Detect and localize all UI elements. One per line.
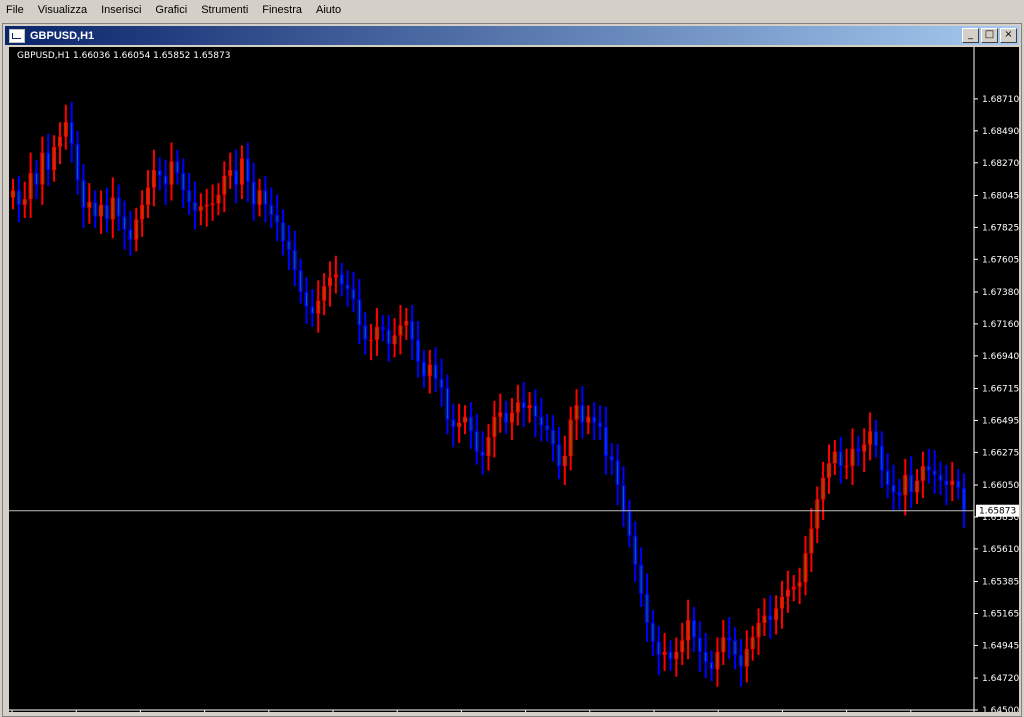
candle-body [369, 339, 374, 341]
y-tick-label: 1.67160 [982, 320, 1019, 330]
candle-body [527, 405, 532, 409]
y-tick-label: 1.68490 [982, 127, 1019, 137]
y-tick-label: 1.67380 [982, 288, 1019, 298]
chart-window: GBPUSD,H1 _ □ × 1.68710 1.68490 1.68270 1.6… [2, 23, 1022, 717]
chart-window-titlebar[interactable]: GBPUSD,H1 _ □ × [5, 26, 1019, 45]
y-tick-label: 1.66715 [982, 385, 1019, 395]
y-tick-label: 1.64945 [982, 641, 1019, 651]
menu-item-aiuto[interactable]: Aiuto [309, 0, 348, 21]
candle-body [844, 466, 849, 468]
candle-body [204, 204, 209, 207]
y-tick-label: 1.67605 [982, 255, 1019, 265]
menu-item-strumenti[interactable]: Strumenti [194, 0, 255, 21]
minimize-button[interactable]: _ [962, 28, 979, 43]
y-tick-label: 1.66495 [982, 416, 1019, 426]
close-button[interactable]: × [1000, 28, 1017, 43]
price-chart[interactable]: 1.68710 1.68490 1.68270 1.68045 1.67825 1.676… [9, 47, 1019, 712]
y-tick-label: 1.66275 [982, 448, 1019, 458]
candle-body [897, 492, 902, 496]
y-tick-label: 1.64720 [982, 674, 1019, 684]
y-tick-label: 1.66940 [982, 352, 1019, 362]
candle-body [791, 586, 796, 590]
y-tick-label: 1.68045 [982, 191, 1019, 201]
y-tick-label: 1.65385 [982, 578, 1019, 588]
menu-bar: File Visualizza Inserisci Grafici Strumenti F… [0, 0, 1024, 21]
menu-item-visualizza[interactable]: Visualizza [31, 0, 94, 21]
y-tick-label: 1.65610 [982, 545, 1019, 555]
y-tick-label: 1.68710 [982, 95, 1019, 105]
candle-body [333, 274, 338, 278]
candle-body [210, 203, 215, 205]
chart-window-title: GBPUSD,H1 [30, 29, 95, 42]
candle-body [727, 637, 732, 641]
menu-item-finestra[interactable]: Finestra [255, 0, 309, 21]
y-tick-label: 1.65165 [982, 609, 1019, 619]
restore-button[interactable]: □ [981, 28, 998, 43]
y-tick-label: 1.64500 [982, 706, 1019, 712]
candle-body [856, 448, 861, 452]
candle-body [662, 651, 667, 655]
y-tick-label: 1.66050 [982, 481, 1019, 491]
price-chart-svg: 1.68710 1.68490 1.68270 1.68045 1.67825 1.676… [9, 47, 1019, 712]
chart-header-quote: GBPUSD,H1 1.66036 1.66054 1.65852 1.6587… [17, 51, 231, 61]
candle-body [380, 326, 385, 330]
menu-item-file[interactable]: File [0, 0, 31, 21]
menu-item-inserisci[interactable]: Inserisci [94, 0, 148, 21]
current-price-label: 1.65873 [979, 507, 1016, 517]
chart-window-icon [9, 28, 25, 43]
menu-item-grafici[interactable]: Grafici [148, 0, 194, 21]
y-tick-label: 1.67825 [982, 223, 1019, 233]
y-tick-label: 1.68270 [982, 159, 1019, 169]
